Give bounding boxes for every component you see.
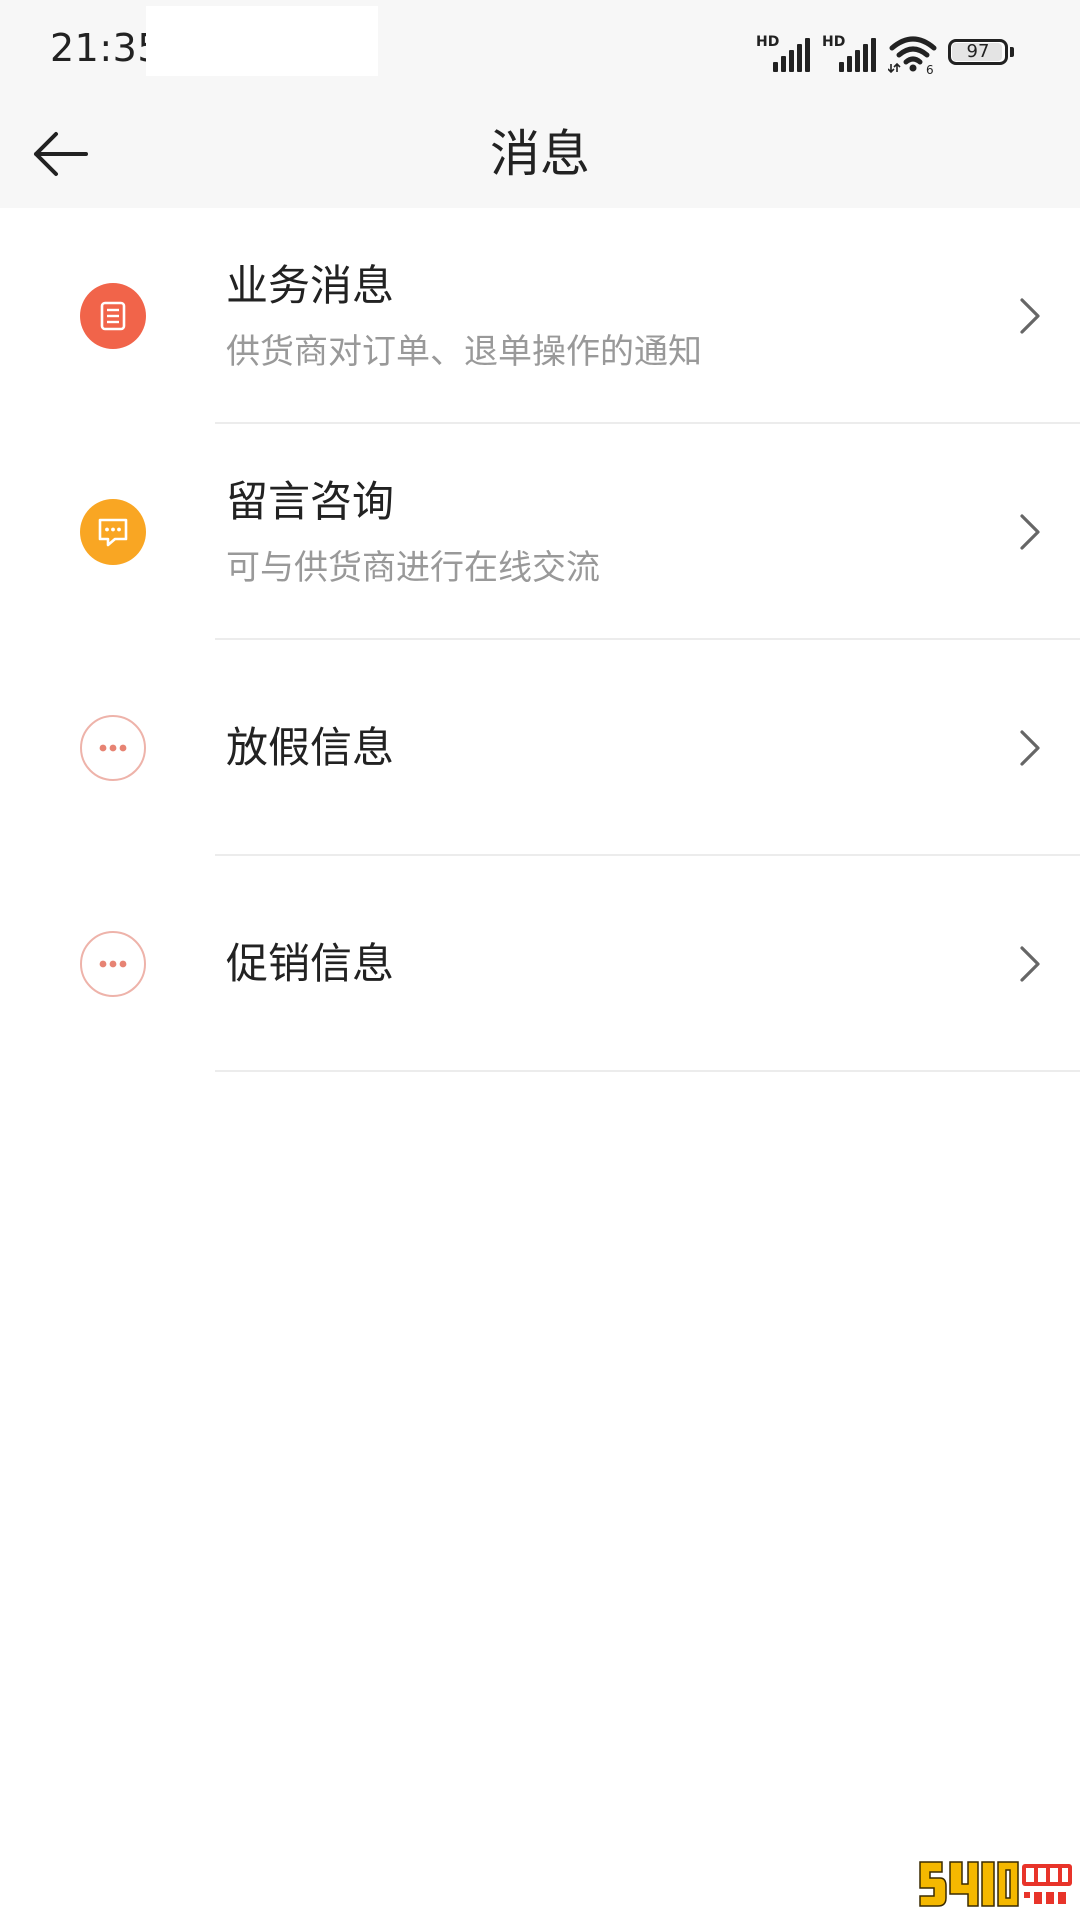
status-redacted-area: [146, 6, 378, 76]
status-icons: HD HD 6 97: [756, 30, 1018, 77]
more-dots-icon: [80, 715, 146, 781]
message-item-promotion[interactable]: 促销信息: [0, 856, 1080, 1072]
wifi-6-label: 6: [926, 63, 934, 74]
message-item-holiday[interactable]: 放假信息: [0, 640, 1080, 856]
message-item-title: 留言咨询: [226, 477, 395, 526]
message-item-subtitle: 可与供货商进行在线交流: [226, 548, 600, 588]
chevron-right-icon: [1020, 298, 1040, 334]
top-area: 21:35 HD HD 6 97 消息: [0, 0, 1080, 208]
wifi-icon: 6: [887, 34, 938, 77]
chevron-right-icon: [1020, 514, 1040, 550]
messages-screen: 21:35 HD HD 6 97 消息 业务消息 供货商对订单、退单操作的通知 …: [0, 0, 1080, 1920]
message-item-title: 业务消息: [226, 261, 395, 310]
chevron-right-icon: [1020, 730, 1040, 766]
battery-level: 97: [966, 41, 990, 62]
message-category-list: 业务消息 供货商对订单、退单操作的通知 留言咨询 可与供货商进行在线交流 放假信…: [0, 208, 1080, 1072]
nav-bar: 消息: [0, 100, 1080, 208]
chat-bubble-icon: [80, 499, 146, 565]
message-item-title: 放假信息: [226, 723, 395, 772]
divider: [215, 1070, 1080, 1072]
chevron-right-icon: [1020, 946, 1040, 982]
page-title: 消息: [490, 125, 590, 183]
message-item-inquiry[interactable]: 留言咨询 可与供货商进行在线交流: [0, 424, 1080, 640]
message-item-title: 促销信息: [226, 939, 395, 988]
more-dots-icon: [80, 931, 146, 997]
cell-signal-icon: HD: [756, 34, 812, 74]
battery-icon: 97: [948, 36, 1018, 70]
message-item-business[interactable]: 业务消息 供货商对订单、退单操作的通知: [0, 208, 1080, 424]
document-icon: [80, 283, 146, 349]
watermark-logo: [919, 1861, 1072, 1907]
cell-signal-icon-2: HD: [822, 34, 878, 74]
message-item-subtitle: 供货商对订单、退单操作的通知: [226, 332, 702, 372]
status-bar: 21:35 HD HD 6 97: [0, 0, 1080, 100]
